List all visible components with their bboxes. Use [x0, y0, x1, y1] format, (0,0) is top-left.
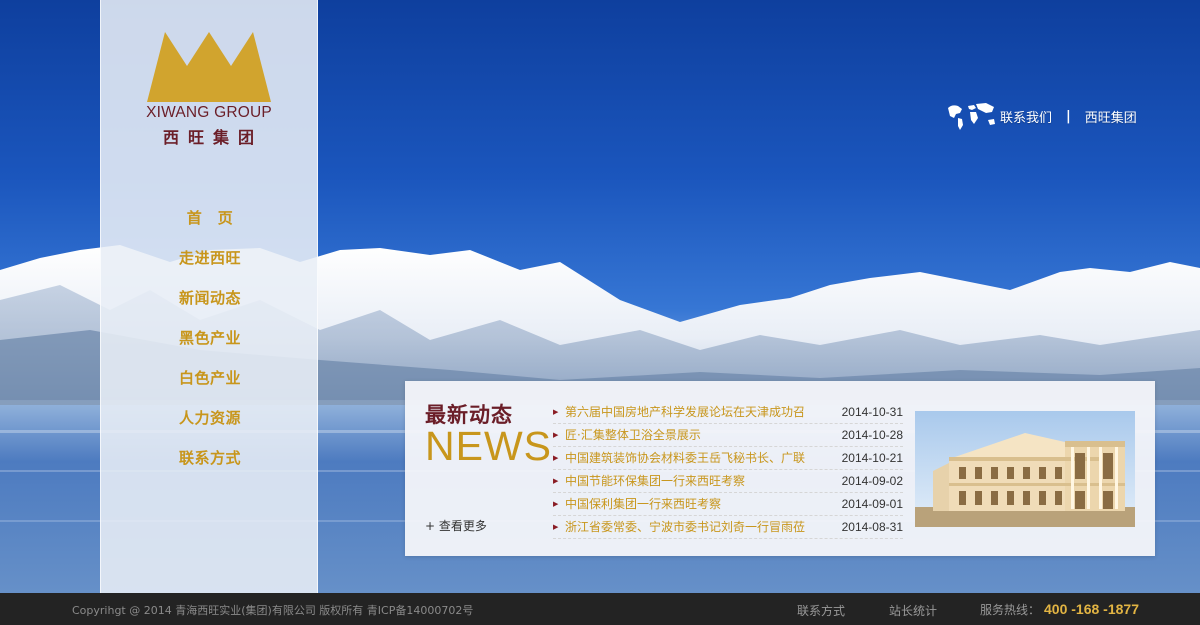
news-date: 2014-09-01 — [841, 497, 903, 511]
list-item[interactable]: ▶ 浙江省委常委、宁波市委书记刘奇一行冒雨莅 2014-08-31 — [553, 516, 903, 539]
nav-item-about[interactable]: 走进西旺 — [101, 238, 319, 278]
news-date: 2014-08-31 — [841, 520, 903, 534]
news-title[interactable]: 浙江省委常委、宁波市委书记刘奇一行冒雨莅 — [565, 516, 823, 538]
hotline-label: 服务热线： — [980, 603, 1041, 617]
copyright-text: Copyrihgt @ 2014 青海西旺实业(集团)有限公司 版权所有 青IC… — [72, 604, 474, 617]
news-date: 2014-10-21 — [841, 451, 903, 465]
nav-item-black-industry[interactable]: 黑色产业 — [101, 318, 319, 358]
top-links: 联系我们 | 西旺集团 — [944, 100, 1137, 132]
bullet-arrow-icon: ▶ — [553, 408, 559, 416]
news-panel: 最新动态 NEWS + 查看更多 ▶ 第六届中国房地产科学发展论坛在天津成功召 … — [405, 381, 1155, 556]
news-list: ▶ 第六届中国房地产科学发展论坛在天津成功召 2014-10-31 ▶ 匠·汇集… — [553, 401, 903, 539]
footer-stats-link[interactable]: 站长统计 — [889, 602, 937, 619]
main-nav: 首 页 走进西旺 新闻动态 黑色产业 白色产业 人力资源 联系方式 — [101, 198, 319, 478]
hotline-number: 400 -168 -1877 — [1044, 601, 1139, 617]
contact-us-link[interactable]: 联系我们 — [1000, 107, 1052, 126]
footer-contact-link[interactable]: 联系方式 — [797, 602, 845, 619]
bullet-arrow-icon: ▶ — [553, 454, 559, 462]
group-link[interactable]: 西旺集团 — [1085, 107, 1137, 126]
news-title[interactable]: 中国节能环保集团一行来西旺考察 — [565, 470, 823, 492]
news-heading-en: NEWS — [425, 423, 552, 469]
nav-item-home[interactable]: 首 页 — [101, 198, 319, 238]
news-title[interactable]: 中国建筑装饰协会材料委王岳飞秘书长、广联 — [565, 447, 823, 469]
bullet-arrow-icon: ▶ — [553, 477, 559, 485]
list-item[interactable]: ▶ 第六届中国房地产科学发展论坛在天津成功召 2014-10-31 — [553, 401, 903, 424]
bullet-arrow-icon: ▶ — [553, 431, 559, 439]
list-item[interactable]: ▶ 中国节能环保集团一行来西旺考察 2014-09-02 — [553, 470, 903, 493]
nav-item-hr[interactable]: 人力资源 — [101, 398, 319, 438]
world-map-icon — [948, 103, 995, 130]
news-date: 2014-10-31 — [841, 405, 903, 419]
nav-item-news[interactable]: 新闻动态 — [101, 278, 319, 318]
news-date: 2014-09-02 — [841, 474, 903, 488]
top-links-separator: | — [1066, 108, 1071, 124]
list-item[interactable]: ▶ 中国保利集团一行来西旺考察 2014-09-01 — [553, 493, 903, 516]
hotline: 服务热线： 400 -168 -1877 — [980, 601, 1139, 618]
sidebar: XIWANG GROUP 西旺集团 首 页 走进西旺 新闻动态 黑色产业 白色产… — [100, 0, 318, 593]
logo[interactable]: XIWANG GROUP 西旺集团 — [145, 30, 273, 148]
logo-text-en: XIWANG GROUP — [146, 104, 272, 121]
nav-item-white-industry[interactable]: 白色产业 — [101, 358, 319, 398]
bullet-arrow-icon: ▶ — [553, 500, 559, 508]
bullet-arrow-icon: ▶ — [553, 523, 559, 531]
footer: Copyrihgt @ 2014 青海西旺实业(集团)有限公司 版权所有 青IC… — [0, 593, 1200, 625]
list-item[interactable]: ▶ 匠·汇集整体卫浴全景展示 2014-10-28 — [553, 424, 903, 447]
news-date: 2014-10-28 — [841, 428, 903, 442]
view-more-link[interactable]: + 查看更多 — [425, 517, 487, 534]
news-title[interactable]: 第六届中国房地产科学发展论坛在天津成功召 — [565, 401, 823, 423]
news-photo[interactable] — [915, 411, 1135, 527]
news-title[interactable]: 匠·汇集整体卫浴全景展示 — [565, 424, 823, 446]
list-item[interactable]: ▶ 中国建筑装饰协会材料委王岳飞秘书长、广联 2014-10-21 — [553, 447, 903, 470]
crown-logo-icon — [147, 32, 271, 102]
news-title[interactable]: 中国保利集团一行来西旺考察 — [565, 493, 823, 515]
nav-item-contact[interactable]: 联系方式 — [101, 438, 319, 478]
logo-text-cn: 西旺集团 — [162, 128, 263, 147]
